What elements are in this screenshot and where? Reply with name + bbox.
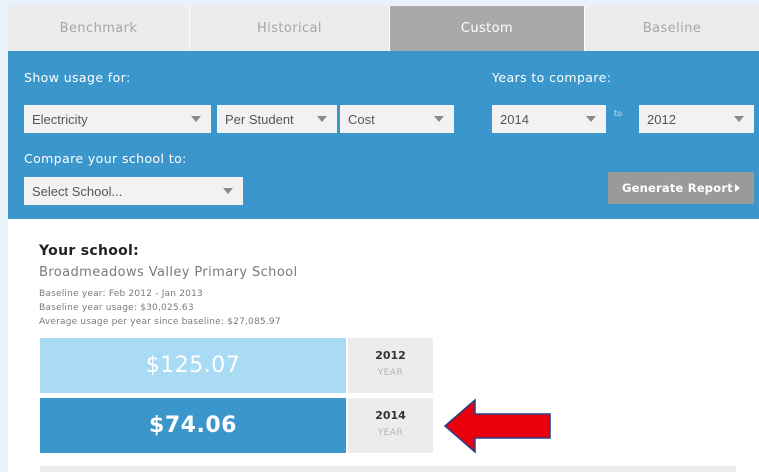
tab-historical[interactable]: Historical	[190, 6, 390, 51]
result-year-value: 2014	[375, 409, 406, 422]
chevron-down-icon	[734, 116, 744, 122]
app-frame: Benchmark Historical Custom Baseline Sho…	[8, 6, 759, 472]
year-from-select[interactable]: 2014	[492, 105, 606, 133]
tab-benchmark[interactable]: Benchmark	[8, 6, 190, 51]
to-label: to	[614, 109, 623, 118]
baseline-usage-text: Baseline year usage: $30,025.63	[39, 303, 194, 313]
baseline-year-text: Baseline year: Feb 2012 - Jan 2013	[39, 289, 203, 299]
result-year-caption: YEAR	[377, 368, 404, 378]
school-select-placeholder: Select School...	[32, 183, 123, 199]
result-year-2012: 2012 YEAR	[348, 338, 433, 393]
your-school-heading: Your school:	[39, 243, 140, 259]
result-amount-2012: $125.07	[145, 353, 241, 378]
result-year-value: 2012	[375, 349, 406, 362]
tab-custom[interactable]: Custom	[390, 6, 585, 51]
generate-report-label: Generate Report	[622, 181, 733, 195]
chevron-down-icon	[191, 116, 201, 122]
usage-type-value: Electricity	[32, 111, 88, 127]
result-year-caption: YEAR	[377, 428, 404, 438]
chevron-down-icon	[586, 116, 596, 122]
usage-type-select[interactable]: Electricity	[24, 105, 211, 133]
years-to-compare-label: Years to compare:	[492, 70, 612, 85]
play-arrow-icon	[735, 184, 740, 192]
school-select[interactable]: Select School...	[24, 177, 243, 205]
red-arrow-annotation-icon	[443, 398, 551, 454]
average-usage-text: Average usage per year since baseline: $…	[39, 317, 281, 327]
school-name: Broadmeadows Valley Primary School	[39, 265, 298, 280]
tab-bar: Benchmark Historical Custom Baseline	[8, 6, 759, 51]
next-result-row-partial	[40, 466, 736, 472]
chevron-down-icon	[434, 116, 444, 122]
result-bar-2012: $125.07	[40, 338, 346, 393]
show-usage-label: Show usage for:	[24, 70, 131, 85]
metric-select[interactable]: Cost	[340, 105, 454, 133]
compare-school-label: Compare your school to:	[24, 151, 187, 166]
year-to-select[interactable]: 2012	[639, 105, 754, 133]
year-to-value: 2012	[647, 111, 676, 127]
tab-baseline[interactable]: Baseline	[585, 6, 759, 51]
chevron-down-icon	[223, 188, 233, 194]
result-year-2014: 2014 YEAR	[348, 398, 433, 453]
year-from-value: 2014	[500, 111, 529, 127]
result-bar-2014: $74.06	[40, 398, 346, 453]
metric-value: Cost	[348, 111, 375, 127]
normalize-select[interactable]: Per Student	[217, 105, 337, 133]
generate-report-button[interactable]: Generate Report	[608, 172, 754, 204]
chevron-down-icon	[317, 116, 327, 122]
report-options-panel: Show usage for: Years to compare: Electr…	[8, 51, 759, 219]
normalize-value: Per Student	[225, 111, 294, 127]
result-amount-2014: $74.06	[149, 413, 237, 438]
